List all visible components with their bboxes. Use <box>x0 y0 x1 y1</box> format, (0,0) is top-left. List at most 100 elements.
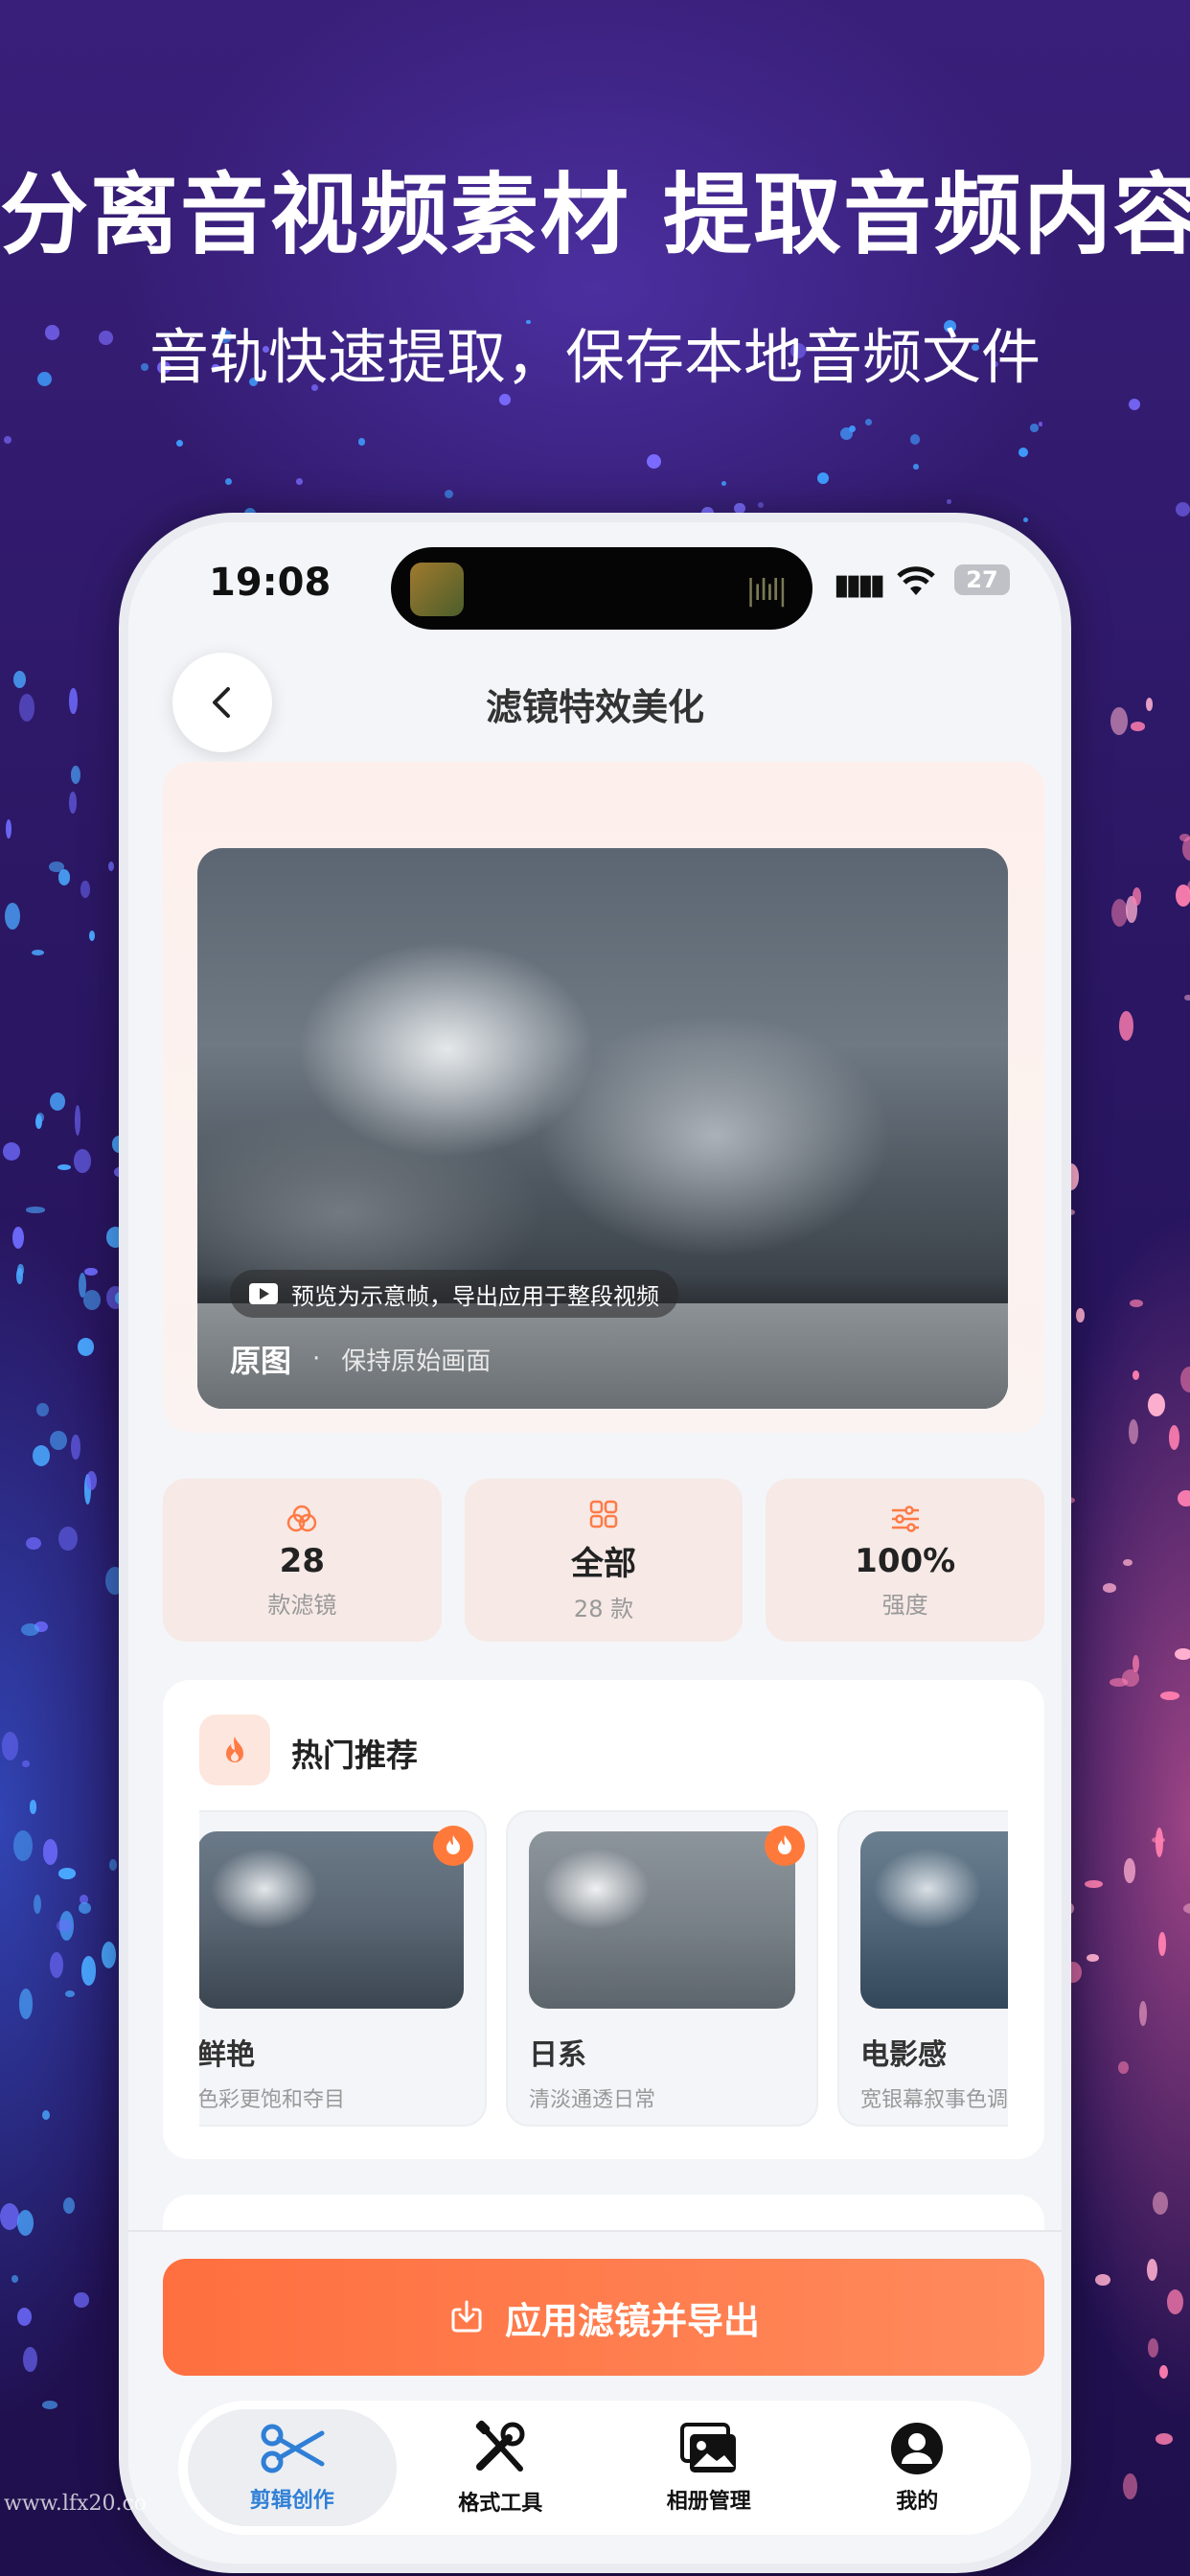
section-title: 热门推荐 <box>291 1736 418 1774</box>
particle <box>1148 2338 1159 2358</box>
particle <box>26 1207 46 1213</box>
particle <box>49 1430 68 1451</box>
particle <box>1110 706 1129 736</box>
stats-row: 28 款滤镜 全部 28 款 100% 强度 <box>163 1479 1045 1642</box>
particle <box>1128 398 1141 411</box>
filter-thumbnail <box>529 1831 795 2009</box>
particle <box>865 418 872 426</box>
promo-headline: 分离音视频素材 提取音频内容 <box>0 164 1190 266</box>
particle <box>71 765 80 784</box>
particle <box>1155 1827 1164 1857</box>
particle <box>1102 1583 1117 1594</box>
particle <box>1145 697 1154 712</box>
filter-desc: 宽银幕叙事色调 <box>860 2088 1008 2112</box>
preview-image[interactable]: 预览为示意帧，导出应用于整段视频 原图 · 保持原始画面 <box>197 848 1008 1409</box>
particle <box>1124 1858 1135 1883</box>
hot-badge-icon <box>765 1826 805 1866</box>
particle <box>1160 1691 1179 1700</box>
particle <box>78 1902 92 1915</box>
apply-export-button[interactable]: 应用滤镜并导出 <box>163 2259 1044 2376</box>
particle <box>102 1941 117 1969</box>
particle <box>1076 1308 1086 1322</box>
preview-notice: 预览为示意帧，导出应用于整段视频 <box>230 1270 678 1318</box>
particle <box>1148 1392 1166 1417</box>
particle <box>1131 721 1145 731</box>
particle <box>1175 1647 1190 1661</box>
particle <box>11 2275 18 2283</box>
particle <box>913 464 919 470</box>
particle <box>69 687 78 715</box>
particle <box>909 434 920 445</box>
particle <box>62 2197 76 2215</box>
filter-name: 电影感 <box>860 2038 947 2072</box>
tab-format-tools[interactable]: 格式工具 <box>397 2409 606 2526</box>
stat-label: 款滤镜 <box>267 1591 337 1619</box>
particle <box>1155 2433 1174 2446</box>
stat-value: 28 <box>279 1541 325 1580</box>
particle <box>1 1732 19 1760</box>
particle <box>57 1163 71 1170</box>
particle <box>42 1839 58 1865</box>
particle <box>20 1622 40 1637</box>
particle <box>1118 1011 1133 1041</box>
particle <box>12 671 26 689</box>
particle <box>498 393 511 405</box>
tab-label: 格式工具 <box>458 2492 543 2516</box>
particle <box>74 1105 80 1136</box>
particle <box>1129 1418 1139 1444</box>
particle <box>1166 2288 1183 2314</box>
particle <box>16 2209 34 2236</box>
filter-thumbnail <box>860 1831 1008 2009</box>
apply-export-label: 应用滤镜并导出 <box>504 2299 760 2342</box>
particle <box>848 425 856 432</box>
particle <box>41 2401 58 2409</box>
particle <box>29 1800 37 1814</box>
fire-icon <box>199 1714 270 1785</box>
particle <box>4 902 20 930</box>
stat-intensity[interactable]: 100% 强度 <box>766 1479 1045 1642</box>
dynamic-island: |ılıl| <box>391 547 812 630</box>
particle <box>1122 1558 1133 1567</box>
particle <box>1094 2273 1110 2287</box>
hot-badge-icon <box>433 1826 473 1866</box>
stat-label: 28 款 <box>573 1596 634 1622</box>
particle <box>817 472 830 485</box>
particle <box>1086 1953 1100 1963</box>
particle <box>3 435 12 445</box>
particle <box>35 1402 49 1417</box>
tab-edit[interactable]: 剪辑创作 <box>188 2409 397 2526</box>
tab-profile[interactable]: 我的 <box>813 2409 1022 2526</box>
tab-label: 我的 <box>896 2490 939 2514</box>
stat-category[interactable]: 全部 28 款 <box>464 1479 744 1642</box>
current-filter-desc: 保持原始画面 <box>341 1346 492 1376</box>
status-bar: 19:08 |ılıl| ▮▮▮▮ 27 <box>128 522 1062 647</box>
particle <box>1177 1489 1190 1507</box>
play-icon <box>249 1283 278 1304</box>
filter-name: 日系 <box>529 2038 586 2072</box>
particle <box>1129 1299 1144 1307</box>
tab-album[interactable]: 相册管理 <box>605 2409 813 2526</box>
particle <box>1139 2001 1147 2027</box>
particle <box>721 480 727 486</box>
particle <box>84 1267 98 1276</box>
particle <box>71 1434 80 1460</box>
particle <box>1121 1668 1140 1688</box>
particle <box>77 1337 95 1356</box>
particle <box>1146 2258 1157 2282</box>
particle <box>1176 884 1190 908</box>
particle <box>1132 1370 1139 1380</box>
particle <box>42 2110 51 2121</box>
filter-card-vivid[interactable]: 鲜艳 色彩更饱和夺目 <box>199 1810 487 2127</box>
particle <box>73 1148 92 1173</box>
particle <box>49 1092 65 1112</box>
filter-card-cinematic[interactable]: 电影感 宽银幕叙事色调 <box>837 1810 1008 2127</box>
particle <box>444 490 453 499</box>
filter-card-japanese[interactable]: 日系 清淡通透日常 <box>506 1810 818 2127</box>
particle <box>1183 1903 1190 1914</box>
particle <box>1184 994 1190 1001</box>
filter-carousel[interactable]: 鲜艳 色彩更饱和夺目 日系 清淡通透日常 电影感 宽银幕叙事色调 <box>199 1810 1008 2127</box>
particle <box>15 1268 24 1285</box>
stat-label: 强度 <box>881 1591 928 1619</box>
preview-notice-text: 预览为示意帧，导出应用于整段视频 <box>291 1282 659 1310</box>
wifi-icon <box>897 566 935 595</box>
